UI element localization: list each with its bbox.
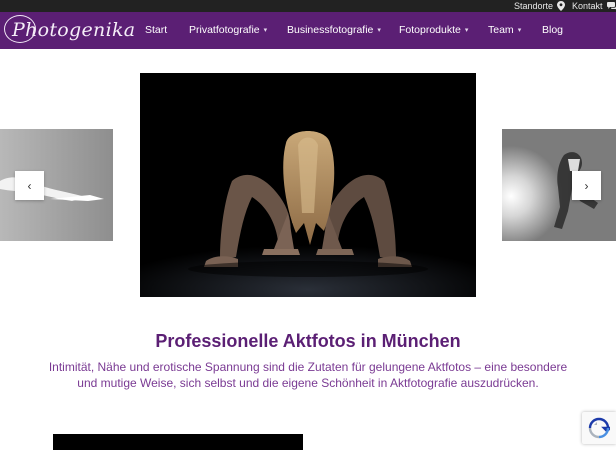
map-pin-icon: [557, 1, 566, 11]
slider-next-button[interactable]: ›: [572, 171, 601, 200]
nav-item-team[interactable]: Team ▾: [488, 12, 521, 49]
recaptcha-icon: [588, 417, 610, 439]
top-utility-bar: Standorte Kontakt: [0, 0, 616, 12]
locations-label: Standorte: [514, 1, 554, 11]
nav-item-label: Start: [145, 24, 168, 36]
page-headline: Professionelle Aktfotos in München: [155, 331, 461, 351]
content-image-partial: [53, 434, 303, 450]
chevron-left-icon: ‹: [27, 178, 32, 193]
nav-item-label: Team: [488, 24, 514, 36]
chevron-down-icon: ▾: [517, 27, 522, 34]
nav-item-label: Fotoprodukte: [399, 24, 461, 36]
site-logo[interactable]: Photogenika: [4, 15, 135, 47]
nav-item-label: Blog: [542, 24, 564, 36]
locations-link[interactable]: Standorte: [514, 0, 566, 12]
nav-item-fotoprodukte[interactable]: Fotoprodukte ▾: [399, 12, 468, 49]
nav-item-label: Businessfotografie: [287, 24, 374, 36]
slider-current-image: [140, 73, 476, 297]
chat-bubbles-icon: [606, 1, 616, 10]
main-navigation: Photogenika Start Privatfotografie ▾ Bus…: [0, 12, 616, 49]
slider-prev-button[interactable]: ‹: [15, 171, 44, 200]
chevron-down-icon: ▾: [263, 27, 268, 34]
chevron-down-icon: ▾: [464, 27, 469, 34]
nav-item-label: Privatfotografie: [189, 24, 260, 36]
contact-link[interactable]: Kontakt: [572, 0, 616, 12]
contact-label: Kontakt: [572, 1, 603, 11]
recaptcha-badge[interactable]: [582, 412, 616, 444]
chevron-down-icon: ▾: [377, 27, 381, 34]
nav-item-start[interactable]: Start: [145, 12, 167, 49]
page-intro-text: Intimität, Nähe und erotische Spannung s…: [48, 360, 568, 390]
nav-item-businessfotografie[interactable]: Businessfotografie ▾: [287, 12, 381, 49]
main-photo-graphic: [140, 73, 476, 297]
chevron-right-icon: ›: [584, 178, 589, 193]
logo-text: Photogenika: [12, 19, 136, 41]
nav-item-privatfotografie[interactable]: Privatfotografie ▾: [189, 12, 267, 49]
nav-item-blog[interactable]: Blog: [542, 12, 563, 49]
image-slider: ‹ ›: [0, 49, 616, 319]
